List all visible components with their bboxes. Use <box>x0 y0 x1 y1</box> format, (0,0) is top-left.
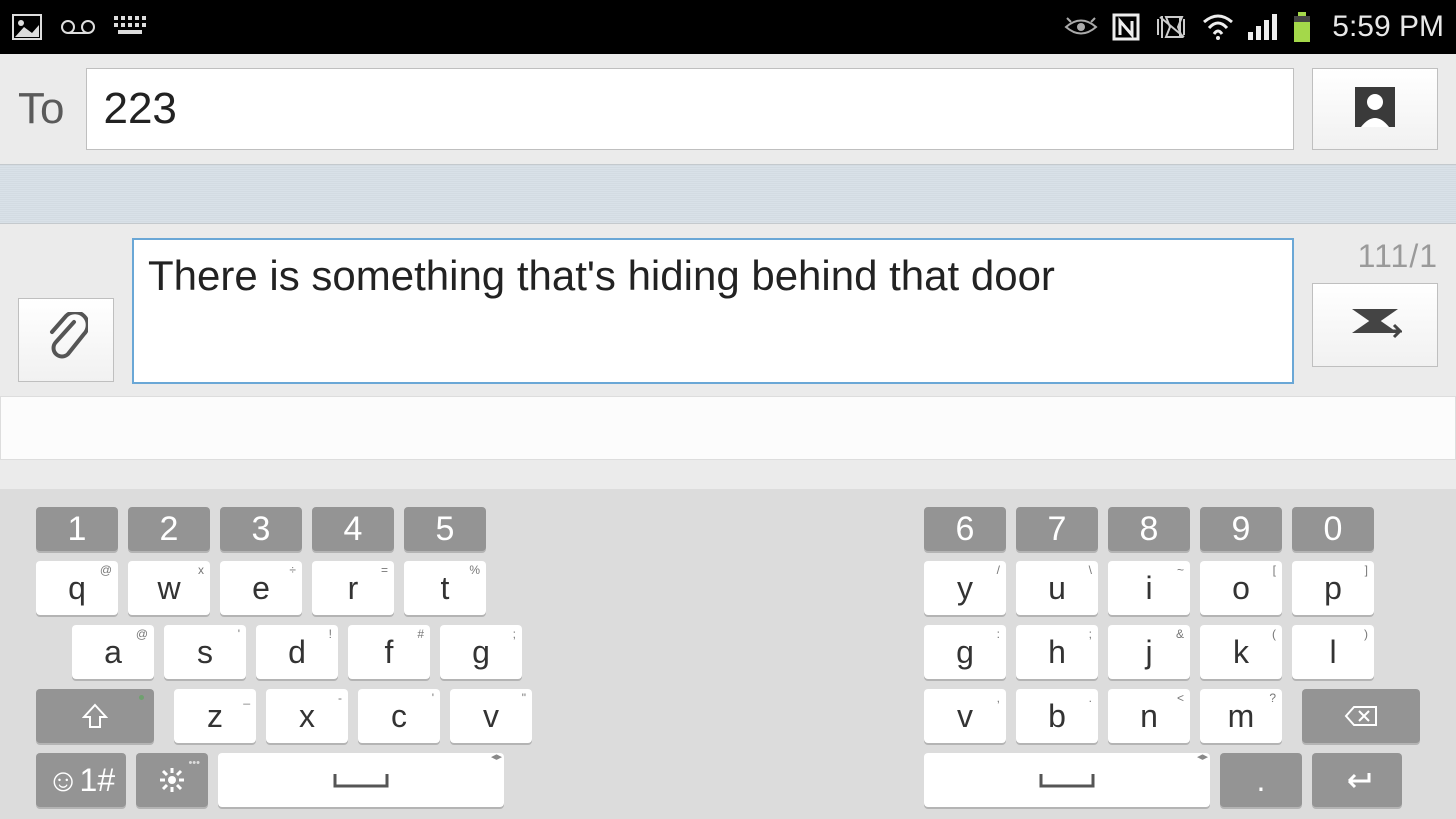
key-7[interactable]: 7 <box>1016 507 1098 551</box>
key-r[interactable]: r= <box>312 561 394 615</box>
key-l[interactable]: l) <box>1292 625 1374 679</box>
key-5[interactable]: 5 <box>404 507 486 551</box>
send-button[interactable] <box>1312 283 1438 367</box>
key-j[interactable]: j& <box>1108 625 1190 679</box>
keyboard-icon <box>114 16 146 38</box>
key-p[interactable]: p] <box>1292 561 1374 615</box>
key-o[interactable]: o[ <box>1200 561 1282 615</box>
status-bar: 5:59 PM <box>0 0 1456 54</box>
send-icon <box>1348 303 1402 348</box>
keyboard: 12345 q@wxe÷r=t% a@s'd!f#g; z_x-c'v" ☺1#… <box>0 489 1456 819</box>
key-g[interactable]: g; <box>440 625 522 679</box>
key-u[interactable]: u\ <box>1016 561 1098 615</box>
key-v[interactable]: v, <box>924 689 1006 743</box>
key-v[interactable]: v" <box>450 689 532 743</box>
shift-key[interactable] <box>36 689 154 743</box>
key-k[interactable]: k( <box>1200 625 1282 679</box>
key-s[interactable]: s' <box>164 625 246 679</box>
key-9[interactable]: 9 <box>1200 507 1282 551</box>
key-z[interactable]: z_ <box>174 689 256 743</box>
wifi-icon <box>1202 14 1234 40</box>
conversation-strip <box>0 164 1456 224</box>
split-arrows-icon: ◂▸ <box>491 750 502 763</box>
compose-row: There is something that's hiding behind … <box>0 224 1456 390</box>
keyboard-left: 12345 q@wxe÷r=t% a@s'd!f#g; z_x-c'v" ☺1#… <box>36 507 532 807</box>
key-a[interactable]: a@ <box>72 625 154 679</box>
key-h[interactable]: h; <box>1016 625 1098 679</box>
contact-picker-button[interactable] <box>1312 68 1438 150</box>
space-key-left[interactable]: ◂▸ <box>218 753 504 807</box>
key-d[interactable]: d! <box>256 625 338 679</box>
enter-key[interactable] <box>1312 753 1402 807</box>
key-b[interactable]: b. <box>1016 689 1098 743</box>
key-c[interactable]: c' <box>358 689 440 743</box>
message-input[interactable]: There is something that's hiding behind … <box>132 238 1294 384</box>
space-key-right[interactable]: ◂▸ <box>924 753 1210 807</box>
key-8[interactable]: 8 <box>1108 507 1190 551</box>
status-right: 5:59 PM <box>1064 10 1444 44</box>
key-6[interactable]: 6 <box>924 507 1006 551</box>
key-n[interactable]: n< <box>1108 689 1190 743</box>
key-e[interactable]: e÷ <box>220 561 302 615</box>
char-count: 111/1 <box>1358 238 1438 275</box>
key-3[interactable]: 3 <box>220 507 302 551</box>
settings-key[interactable]: ••• <box>136 753 208 807</box>
key-w[interactable]: wx <box>128 561 210 615</box>
key-1[interactable]: 1 <box>36 507 118 551</box>
paperclip-icon <box>44 312 88 369</box>
to-row: To <box>0 54 1456 164</box>
key-x[interactable]: x- <box>266 689 348 743</box>
send-column: 111/1 <box>1312 238 1438 384</box>
to-input[interactable] <box>86 68 1294 150</box>
backspace-key[interactable] <box>1302 689 1420 743</box>
suggestion-bar[interactable] <box>0 396 1456 460</box>
key-i[interactable]: i~ <box>1108 561 1190 615</box>
nfc-icon <box>1112 13 1140 41</box>
voicemail-icon <box>60 17 96 37</box>
to-label: To <box>18 84 68 134</box>
vibrate-icon <box>1154 13 1188 41</box>
key-t[interactable]: t% <box>404 561 486 615</box>
signal-icon <box>1248 14 1278 40</box>
eye-icon <box>1064 16 1098 38</box>
status-left <box>12 14 146 40</box>
key-2[interactable]: 2 <box>128 507 210 551</box>
status-time: 5:59 PM <box>1332 10 1444 44</box>
key-g[interactable]: g: <box>924 625 1006 679</box>
battery-icon <box>1292 12 1312 42</box>
gallery-icon <box>12 14 42 40</box>
key-m[interactable]: m? <box>1200 689 1282 743</box>
key-0[interactable]: 0 <box>1292 507 1374 551</box>
attach-button[interactable] <box>18 298 114 382</box>
keyboard-right: 67890 y/u\i~o[p] g:h;j&k(l) v,b.n<m? ◂▸ … <box>924 507 1420 807</box>
key-f[interactable]: f# <box>348 625 430 679</box>
key-y[interactable]: y/ <box>924 561 1006 615</box>
key-4[interactable]: 4 <box>312 507 394 551</box>
symbols-key[interactable]: ☺1# <box>36 753 126 807</box>
contact-icon <box>1353 85 1397 134</box>
key-q[interactable]: q@ <box>36 561 118 615</box>
period-key[interactable]: . <box>1220 753 1302 807</box>
split-arrows-icon: ◂▸ <box>1197 750 1208 763</box>
